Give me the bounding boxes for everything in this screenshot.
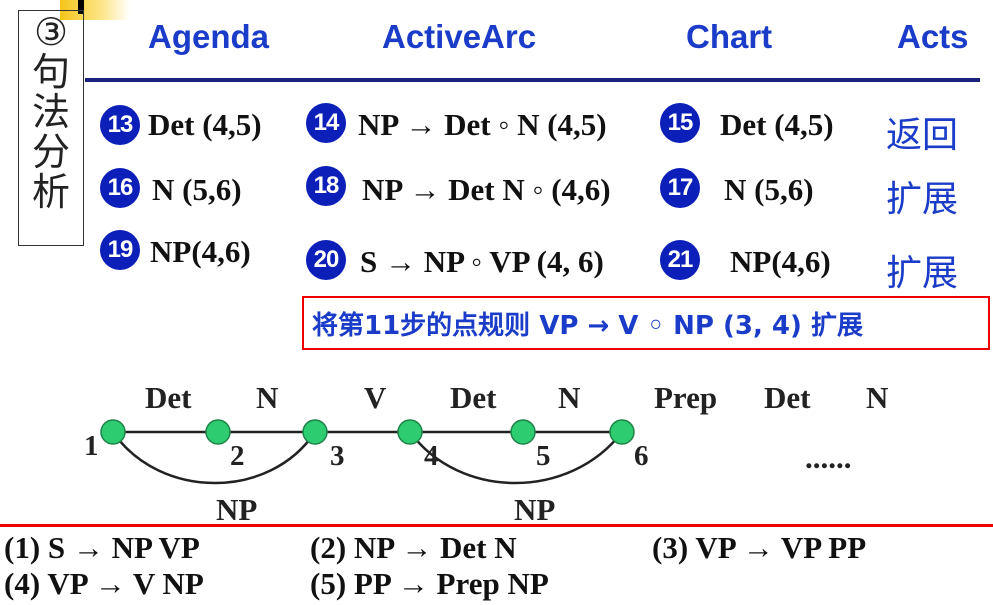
chart-node [100, 419, 126, 445]
node-number: 4 [424, 440, 439, 472]
rules-divider [0, 524, 993, 527]
grammar-rule: (4) VP → V NP [4, 566, 204, 601]
ellipsis: ...... [805, 440, 852, 475]
node-number: 2 [230, 440, 245, 472]
node-number: 6 [634, 440, 649, 472]
grammar-rule: (3) VP → VP PP [652, 530, 867, 565]
grammar-rule: (1) S → NP VP [4, 530, 200, 565]
arc-label: NP [514, 492, 556, 527]
chart-node [205, 419, 231, 445]
grammar-rule: (5) PP → Prep NP [310, 566, 549, 601]
node-number: 3 [330, 440, 345, 472]
node-number: 1 [84, 430, 99, 462]
grammar-rule: (2) NP → Det N [310, 530, 517, 565]
chart-node [510, 419, 536, 445]
chart-node [302, 419, 328, 445]
chart-node [397, 419, 423, 445]
node-number: 5 [536, 440, 551, 472]
chart-node [609, 419, 635, 445]
chart-graph [100, 419, 635, 485]
arc-label: NP [216, 492, 258, 527]
